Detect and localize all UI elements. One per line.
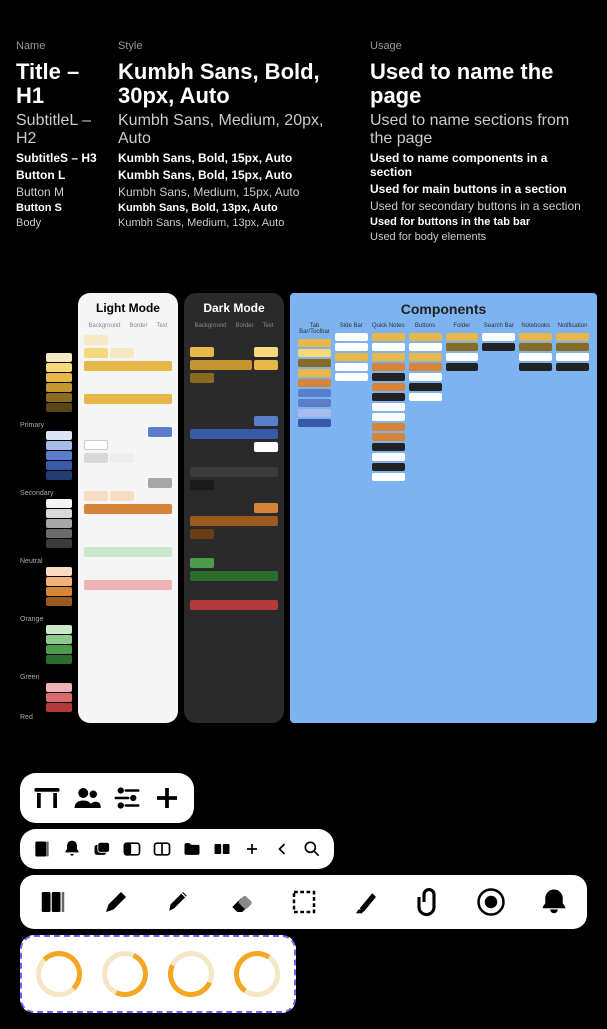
type-row-usage: Used for body elements (370, 231, 591, 243)
plus-small-icon[interactable] (242, 839, 262, 859)
type-row-name: SubtitleS – H3 (16, 151, 106, 165)
type-row-style: Kumbh Sans, Bold, 13px, Auto (118, 202, 358, 214)
type-row-style: Kumbh Sans, Bold, 15px, Auto (118, 168, 358, 182)
pen-icon[interactable] (163, 887, 193, 917)
typography-table: Name Title – H1 SubtitleL – H2 SubtitleS… (16, 40, 591, 243)
spinner-1 (36, 951, 82, 997)
books-icon[interactable] (38, 887, 68, 917)
sidebar-split-icon[interactable] (152, 839, 172, 859)
eraser-icon[interactable] (226, 887, 256, 917)
spinner-row (20, 935, 296, 1013)
paperclip-icon[interactable] (414, 887, 444, 917)
chevron-left-icon[interactable] (272, 839, 292, 859)
spinner-4 (234, 951, 280, 997)
type-row-style: Kumbh Sans, Medium, 20px, Auto (118, 112, 358, 148)
type-row-name: SubtitleL – H2 (16, 112, 106, 148)
type-row-usage: Used for buttons in the tab bar (370, 216, 591, 228)
type-row-usage: Used to name sections from the page (370, 112, 591, 148)
components-panel: Components Tab Bar/Toolbar Side Bar Quic… (290, 293, 597, 723)
book-icon[interactable] (32, 839, 52, 859)
type-row-style: Kumbh Sans, Bold, 30px, Auto (118, 60, 358, 108)
type-row-style: Kumbh Sans, Bold, 15px, Auto (118, 151, 358, 165)
dark-mode-panel: Dark Mode BackgroundBorderText (184, 293, 284, 723)
type-row-name: Button S (16, 202, 106, 214)
bell-icon[interactable] (62, 839, 82, 859)
pencil-icon[interactable] (101, 887, 131, 917)
type-row-name: Button M (16, 185, 106, 199)
col-header-usage: Usage (370, 40, 591, 52)
spinner-3 (168, 951, 214, 997)
type-row-name: Button L (16, 168, 106, 182)
search-icon[interactable] (302, 839, 322, 859)
spinner-2 (102, 951, 148, 997)
type-row-name: Body (16, 217, 106, 229)
color-panels: Primary Secondary Neutral Orange Green R… (20, 293, 597, 723)
icon-row-1 (20, 773, 194, 823)
marker-icon[interactable] (351, 887, 381, 917)
folder-icon[interactable] (182, 839, 202, 859)
light-mode-panel: Light Mode BackgroundBorderText (78, 293, 178, 723)
windows-icon[interactable] (92, 839, 112, 859)
plus-icon[interactable] (152, 783, 182, 813)
type-row-usage: Used for main buttons in a section (370, 182, 591, 196)
bell-large-icon[interactable] (539, 887, 569, 917)
type-row-usage: Used for secondary buttons in a section (370, 199, 591, 213)
color-category-labels: Primary Secondary Neutral Orange Green R… (20, 293, 72, 723)
icon-row-2 (20, 829, 334, 869)
type-row-name: Title – H1 (16, 60, 106, 108)
people-icon[interactable] (72, 783, 102, 813)
col-header-style: Style (118, 40, 358, 52)
type-row-usage: Used to name the page (370, 60, 591, 108)
icon-row-3 (20, 875, 587, 929)
sidebar-left-icon[interactable] (122, 839, 142, 859)
sliders-icon[interactable] (112, 783, 142, 813)
table-icon[interactable] (32, 783, 62, 813)
cards-icon[interactable] (212, 839, 232, 859)
type-row-usage: Used to name components in a section (370, 151, 591, 179)
col-header-name: Name (16, 40, 106, 52)
type-row-style: Kumbh Sans, Medium, 15px, Auto (118, 185, 358, 199)
type-row-style: Kumbh Sans, Medium, 13px, Auto (118, 217, 358, 229)
record-icon[interactable] (476, 887, 506, 917)
select-icon[interactable] (289, 887, 319, 917)
